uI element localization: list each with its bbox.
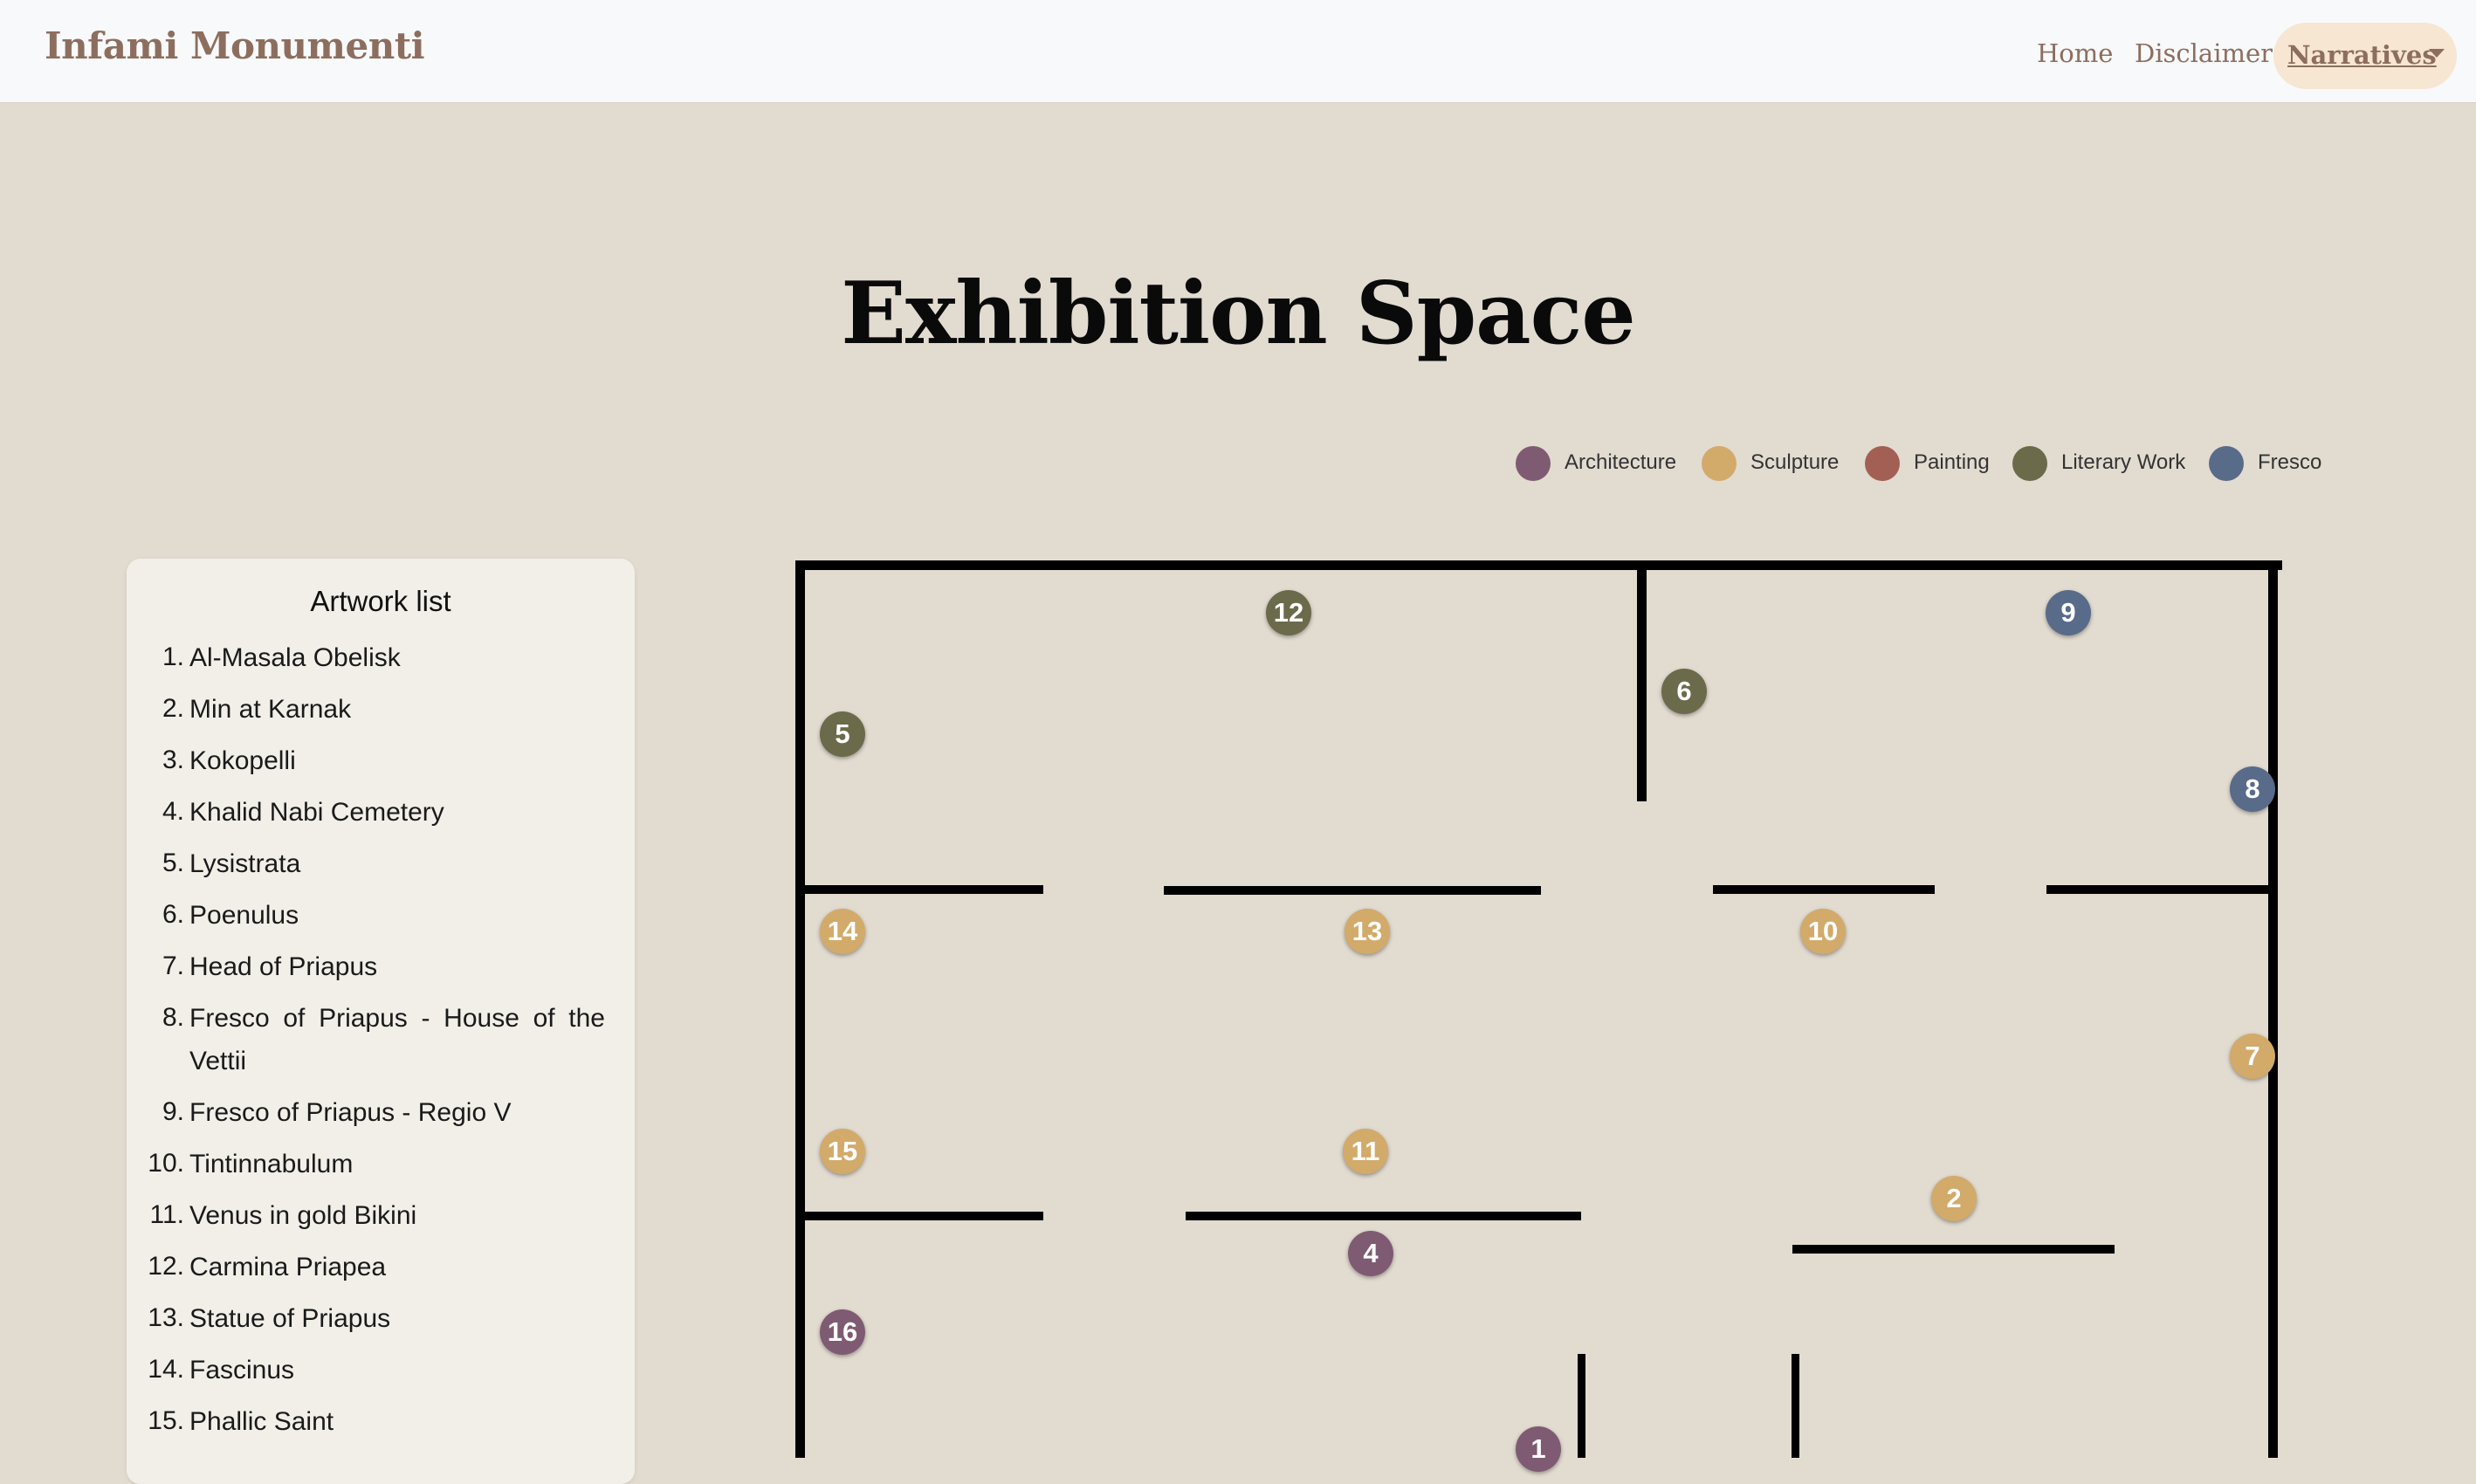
artwork-marker-16[interactable]: 16 xyxy=(820,1309,865,1355)
list-item-number: 5. xyxy=(162,848,184,877)
artwork-list-title: Artwork list xyxy=(310,585,451,617)
artwork-marker-7[interactable]: 7 xyxy=(2230,1034,2275,1079)
list-item-number: 4. xyxy=(162,797,184,826)
list-item-number: 6. xyxy=(162,900,184,929)
artwork-list-panel: Artwork list 1. Al-Masala Obelisk 2. Min… xyxy=(127,559,635,1484)
list-item-name: Head of Priapus xyxy=(189,952,378,981)
legend-label: Fresco xyxy=(2258,450,2322,474)
list-item-name: Khalid Nabi Cemetery xyxy=(189,798,444,827)
narratives-dropdown[interactable]: Narratives xyxy=(2273,23,2457,89)
list-item-name: Poenulus xyxy=(189,901,299,930)
wall xyxy=(795,560,2282,570)
list-item-number: 3. xyxy=(162,745,184,774)
wall xyxy=(1713,885,1935,894)
list-item-number: 7. xyxy=(162,952,184,980)
artwork-marker-1[interactable]: 1 xyxy=(1516,1426,1561,1472)
wall xyxy=(795,885,1043,894)
artwork-marker-8[interactable]: 8 xyxy=(2230,766,2275,812)
artwork-marker-15[interactable]: 15 xyxy=(820,1129,865,1174)
artwork-marker-4[interactable]: 4 xyxy=(1348,1231,1393,1276)
artwork-marker-12[interactable]: 12 xyxy=(1266,590,1311,636)
list-item-name: Kokopelli xyxy=(189,746,296,775)
artwork-marker-14[interactable]: 14 xyxy=(820,909,865,954)
brand-logo[interactable]: Infami Monumenti xyxy=(45,24,425,67)
navbar: Infami Monumenti Home Disclaimer Narrati… xyxy=(0,0,2476,103)
list-item-name: Fresco of Priapus - House of the Vettii xyxy=(189,1004,605,1075)
artwork-marker-11[interactable]: 11 xyxy=(1343,1129,1388,1174)
list-item-name: Phallic Saint xyxy=(189,1407,334,1436)
narratives-dropdown-label: Narratives xyxy=(2287,40,2437,70)
list-item-number: 8. xyxy=(162,1003,184,1032)
list-item-name: Al-Masala Obelisk xyxy=(189,643,401,672)
painting-color-dot-icon xyxy=(1865,446,1900,481)
literary-work-color-dot-icon xyxy=(2012,446,2047,481)
wall xyxy=(1578,1354,1585,1458)
legend-label: Painting xyxy=(1914,450,1990,474)
artwork-marker-6[interactable]: 6 xyxy=(1661,669,1707,714)
artwork-marker-9[interactable]: 9 xyxy=(2046,590,2091,636)
list-item-name: Statue of Priapus xyxy=(189,1304,391,1333)
legend-label: Sculpture xyxy=(1750,450,1840,474)
wall xyxy=(1792,1245,2115,1254)
chevron-down-icon xyxy=(2429,49,2445,58)
list-item-number: 13. xyxy=(148,1303,184,1332)
list-item-name: Fascinus xyxy=(189,1356,295,1384)
wall xyxy=(1186,1212,1581,1220)
list-item-number: 1. xyxy=(162,642,184,671)
list-item-name: Venus in gold Bikini xyxy=(189,1201,417,1230)
list-item-number: 2. xyxy=(162,694,184,723)
wall xyxy=(795,560,805,1458)
list-item-number: 12. xyxy=(148,1252,184,1281)
wall xyxy=(1792,1354,1799,1458)
list-item-name: Fresco of Priapus - Regio V xyxy=(189,1098,512,1127)
list-item-number: 14. xyxy=(148,1355,184,1384)
list-item-name: Min at Karnak xyxy=(189,695,352,724)
sculpture-color-dot-icon xyxy=(1702,446,1737,481)
wall xyxy=(2046,885,2278,894)
artwork-marker-5[interactable]: 5 xyxy=(820,711,865,757)
nav-link-home[interactable]: Home xyxy=(2037,38,2113,68)
list-item-number: 9. xyxy=(162,1097,184,1126)
wall xyxy=(1637,560,1647,801)
architecture-color-dot-icon xyxy=(1516,446,1551,481)
list-item-name: Carmina Priapea xyxy=(189,1253,387,1281)
legend-label: Architecture xyxy=(1565,450,1677,474)
wall xyxy=(1164,886,1541,895)
list-item-number: 11. xyxy=(149,1200,184,1229)
wall xyxy=(795,1212,1043,1220)
list-item-number: 10. xyxy=(148,1149,184,1178)
list-item-number: 15. xyxy=(148,1406,184,1435)
artwork-marker-2[interactable]: 2 xyxy=(1931,1176,1977,1221)
artwork-marker-10[interactable]: 10 xyxy=(1800,909,1846,954)
legend-label: Literary Work xyxy=(2061,450,2186,474)
list-item-name: Lysistrata xyxy=(189,849,301,878)
artwork-marker-13[interactable]: 13 xyxy=(1345,909,1390,954)
wall xyxy=(2268,560,2278,1458)
nav-link-disclaimer[interactable]: Disclaimer xyxy=(2135,38,2273,68)
fresco-color-dot-icon xyxy=(2209,446,2244,481)
page-title: Exhibition Space xyxy=(841,264,1635,364)
list-item-name: Tintinnabulum xyxy=(189,1150,354,1178)
